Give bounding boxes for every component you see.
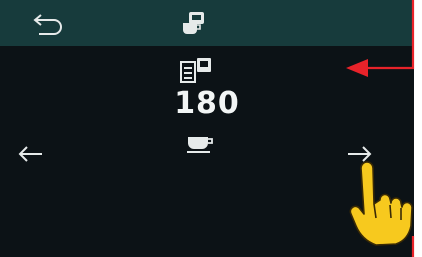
back-arrow-icon (33, 14, 62, 35)
next-button[interactable] (344, 144, 374, 164)
arrow-right-icon (348, 146, 372, 162)
top-bar (0, 0, 414, 46)
back-button[interactable] (30, 13, 64, 35)
counter-value: 180 (174, 86, 240, 121)
counter-icon (179, 56, 215, 84)
device-screen: 180 (0, 0, 414, 257)
previous-button[interactable] (16, 144, 46, 164)
cup-counter-icon (177, 9, 211, 37)
cup-icon (183, 132, 217, 154)
arrow-left-icon (18, 146, 42, 162)
